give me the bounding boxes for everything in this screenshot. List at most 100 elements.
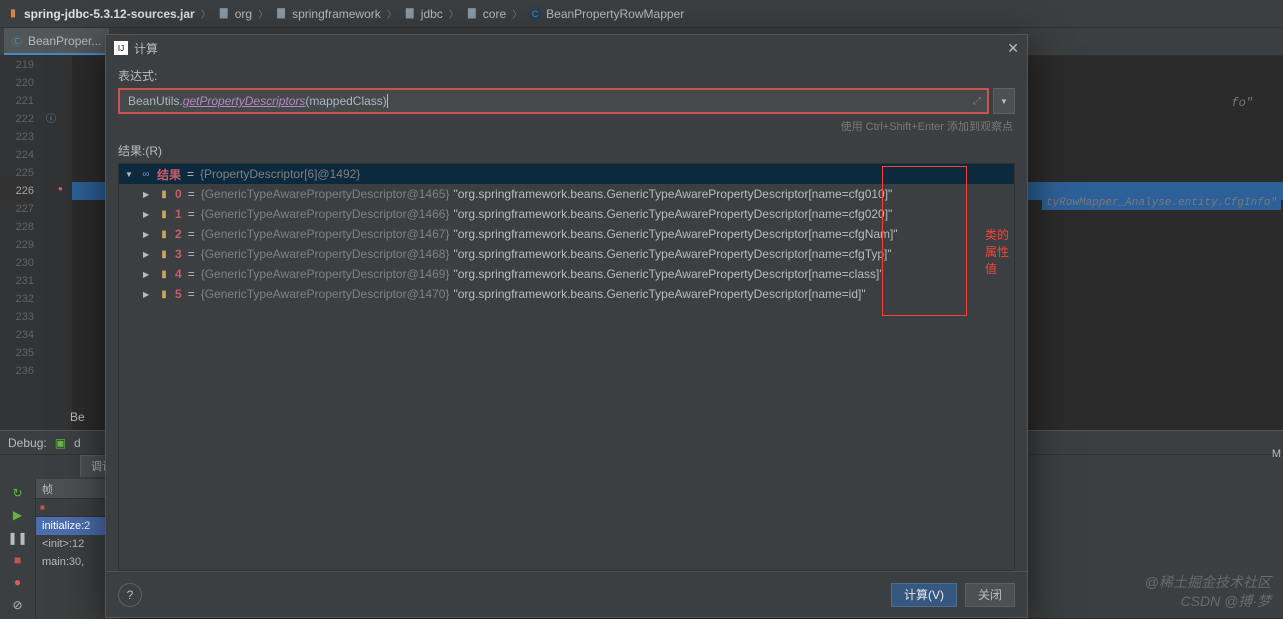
tree-value: "org.springframework.beans.GenericTypeAw…: [453, 287, 865, 301]
line-number[interactable]: 228: [0, 218, 34, 236]
line-number[interactable]: 223: [0, 128, 34, 146]
field-icon: ▮: [157, 189, 171, 200]
tree-item-row[interactable]: ▶ ▮ 3 = {GenericTypeAwarePropertyDescrip…: [119, 244, 1014, 264]
tree-item-row[interactable]: ▶ ▮ 2 = {GenericTypeAwarePropertyDescrip…: [119, 224, 1014, 244]
close-icon[interactable]: ✕: [1007, 40, 1019, 57]
tree-value: "org.springframework.beans.GenericTypeAw…: [453, 227, 897, 241]
crumb-sep: 〉: [512, 6, 522, 21]
folder-icon: ▇: [403, 7, 417, 21]
tree-root-row[interactable]: ▼ ∞ 结果 = {PropertyDescriptor[6]@1492}: [119, 164, 1014, 184]
close-button[interactable]: 关闭: [965, 583, 1015, 607]
debug-sidebar: ↻ ▶ ❚❚ ■ ● ⊘: [0, 479, 36, 619]
line-number[interactable]: 229: [0, 236, 34, 254]
tree-item-row[interactable]: ▶ ▮ 0 = {GenericTypeAwarePropertyDescrip…: [119, 184, 1014, 204]
line-number[interactable]: 231: [0, 272, 34, 290]
result-label: 结果:(R): [118, 142, 1015, 159]
folder-icon: ▇: [274, 7, 288, 21]
crumb-springframework[interactable]: ▇ springframework: [274, 7, 381, 21]
line-number[interactable]: 222: [0, 110, 34, 128]
tree-index: 1: [175, 207, 182, 221]
crumb-class[interactable]: C BeanPropertyRowMapper: [528, 7, 684, 21]
tree-item-row[interactable]: ▶ ▮ 4 = {GenericTypeAwarePropertyDescrip…: [119, 264, 1014, 284]
resume-button[interactable]: ▶: [7, 507, 29, 523]
line-number[interactable]: 233: [0, 308, 34, 326]
line-number[interactable]: 230: [0, 254, 34, 272]
expand-icon[interactable]: ⤢: [973, 96, 981, 107]
expand-icon[interactable]: ▶: [143, 290, 153, 299]
gutter-icons: ⓘ ●: [42, 56, 72, 430]
line-number[interactable]: 227: [0, 200, 34, 218]
field-icon: ▮: [157, 289, 171, 300]
tab-label: BeanProper...: [28, 34, 101, 48]
history-dropdown[interactable]: ▼: [993, 88, 1015, 114]
class-icon: C: [528, 7, 542, 21]
crumb-core[interactable]: ▇ core: [465, 7, 506, 21]
line-number[interactable]: 236: [0, 362, 34, 380]
link-icon: ∞: [139, 169, 153, 180]
line-number[interactable]: 221: [0, 92, 34, 110]
crumb-label: org: [235, 7, 252, 21]
crumb-jar[interactable]: ▮ spring-jdbc-5.3.12-sources.jar: [6, 7, 195, 21]
line-number[interactable]: 220: [0, 74, 34, 92]
line-number[interactable]: 232: [0, 290, 34, 308]
debug-config-icon[interactable]: ▣: [55, 436, 66, 450]
class-icon: Ⓒ: [12, 33, 22, 48]
dialog-title-label: 计算: [134, 40, 158, 57]
field-icon: ▮: [157, 269, 171, 280]
line-number[interactable]: 219: [0, 56, 34, 74]
expand-icon[interactable]: ▶: [143, 210, 153, 219]
expand-icon[interactable]: ▶: [143, 270, 153, 279]
pause-button[interactable]: ❚❚: [7, 530, 29, 546]
mute-breakpoints-button[interactable]: ⊘: [7, 597, 29, 613]
tree-value: "org.springframework.beans.GenericTypeAw…: [453, 207, 892, 221]
expand-icon[interactable]: ▶: [143, 230, 153, 239]
tree-index: 5: [175, 287, 182, 301]
tree-value: "org.springframework.beans.GenericTypeAw…: [453, 267, 883, 281]
dialog-footer: ? 计算(V) 关闭: [106, 571, 1027, 617]
expand-icon[interactable]: ▶: [143, 250, 153, 259]
tree-key: 结果: [157, 166, 181, 183]
frames-label: 帧: [42, 481, 53, 497]
tree-value: "org.springframework.beans.GenericTypeAw…: [453, 187, 892, 201]
result-tree[interactable]: ▼ ∞ 结果 = {PropertyDescriptor[6]@1492} 类的…: [118, 163, 1015, 571]
breakpoint-icon[interactable]: ●: [58, 184, 63, 193]
rerun-button[interactable]: ↻: [7, 485, 29, 501]
editor-tab[interactable]: Ⓒ BeanProper...: [4, 28, 109, 55]
line-number[interactable]: 224: [0, 146, 34, 164]
inline-hint: fo": [1231, 96, 1253, 110]
expression-hint: 使用 Ctrl+Shift+Enter 添加到观察点: [118, 118, 1013, 134]
thread-stop-icon: ■: [40, 503, 45, 512]
tree-item-row[interactable]: ▶ ▮ 5 = {GenericTypeAwarePropertyDescrip…: [119, 284, 1014, 304]
help-button[interactable]: ?: [118, 583, 142, 607]
stop-button[interactable]: ■: [7, 552, 29, 568]
tree-index: 2: [175, 227, 182, 241]
tree-type: {GenericTypeAwarePropertyDescriptor@1469…: [201, 267, 450, 281]
line-number[interactable]: 226: [0, 182, 34, 200]
tree-item-row[interactable]: ▶ ▮ 1 = {GenericTypeAwarePropertyDescrip…: [119, 204, 1014, 224]
tree-type: {GenericTypeAwarePropertyDescriptor@1467…: [201, 227, 450, 241]
evaluate-button[interactable]: 计算(V): [891, 583, 957, 607]
collapse-icon[interactable]: ▼: [125, 170, 135, 179]
tree-index: 3: [175, 247, 182, 261]
dialog-titlebar[interactable]: IJ 计算 ✕: [106, 35, 1027, 61]
line-number[interactable]: 225: [0, 164, 34, 182]
crumb-sep: 〉: [449, 6, 459, 21]
crumb-org[interactable]: ▇ org: [217, 7, 252, 21]
tree-type: {PropertyDescriptor[6]@1492}: [200, 167, 360, 181]
expression-input[interactable]: BeanUtils.getPropertyDescriptors(mappedC…: [118, 88, 989, 114]
field-icon: ▮: [157, 229, 171, 240]
trailing-label: Be: [70, 410, 85, 424]
tree-index: 0: [175, 187, 182, 201]
override-icon[interactable]: ⓘ: [46, 110, 56, 125]
tree-type: {GenericTypeAwarePropertyDescriptor@1465…: [201, 187, 450, 201]
crumb-label: BeanPropertyRowMapper: [546, 7, 684, 21]
crumb-jdbc[interactable]: ▇ jdbc: [403, 7, 443, 21]
expand-icon[interactable]: ▶: [143, 190, 153, 199]
breadcrumb: ▮ spring-jdbc-5.3.12-sources.jar 〉 ▇ org…: [0, 0, 1283, 28]
watermark: @稀土掘金技术社区 CSDN @搏·梦: [1145, 573, 1271, 612]
line-number[interactable]: 235: [0, 344, 34, 362]
view-breakpoints-button[interactable]: ●: [7, 574, 29, 590]
line-number[interactable]: 234: [0, 326, 34, 344]
tree-type: {GenericTypeAwarePropertyDescriptor@1468…: [201, 247, 450, 261]
folder-icon: ▇: [465, 7, 479, 21]
